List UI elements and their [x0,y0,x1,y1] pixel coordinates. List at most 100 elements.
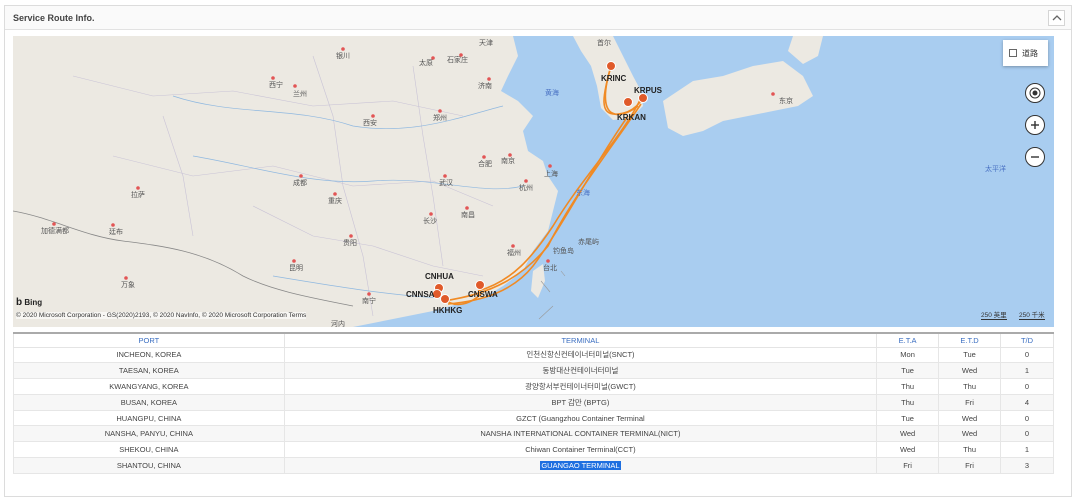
city-label: 南昌 [461,212,475,219]
zoom-out-button[interactable] [1025,147,1045,167]
eta-cell: Wed [876,425,940,443]
selected-text[interactable]: GUANGAO TERMINAL [540,460,621,470]
terminal-cell: 광양항서부컨테이너터미널(GWCT) [283,378,878,395]
plus-icon [1031,121,1039,129]
city-label: 郑州 [433,115,447,122]
td-cell: 1 [1000,441,1054,459]
terminal-cell: 동방대산컨테이너터미널 [283,362,878,380]
eta-cell: Fri [876,457,940,474]
table-row: BUSAN, KOREA BPT 감만 (BPTG) Thu Fri 4 [13,393,1054,411]
terminal-cell: GZCT (Guangzhou Container Terminal [283,409,878,427]
etd-cell: Fri [938,457,1001,474]
terminal-cell: 인천신항신컨테이너터미널(SNCT) [283,346,878,364]
city-label: 拉萨 [131,192,145,199]
route-map[interactable]: 天津 首尔 银川 太原 石家庄 济南 西宁 兰州 黄海 郑州 西安 东京 合肥 … [13,36,1054,327]
city-label: 台北 [543,265,557,272]
city-label: 东京 [779,98,793,105]
locate-icon [1029,87,1041,99]
table-header-row: PORT TERMINAL E.T.A E.T.D T/D [13,332,1054,348]
city-label: 廷布 [109,229,123,236]
city-label: 杭州 [519,185,533,192]
bing-b-icon: b [16,297,23,308]
td-cell: 0 [1000,409,1054,427]
eta-cell: Mon [876,346,940,364]
city-label: 天津 [479,40,493,47]
bing-label: Bing [24,298,43,307]
port-label[interactable]: HKHKG [433,306,462,315]
city-label: 西宁 [269,82,283,89]
column-header-td: T/D [1000,332,1054,348]
map-label: 赤尾屿 [578,239,599,246]
chevron-up-icon [1052,15,1062,21]
map-label: 钓鱼岛 [553,248,574,255]
collapse-button[interactable] [1048,10,1065,26]
terminal-cell: Chiwan Container Terminal(CCT) [283,441,878,459]
sea-label: 黄海 [545,90,559,97]
zoom-in-button[interactable] [1025,115,1045,135]
terminal-cell: GUANGAO TERMINAL [283,457,878,474]
sea-label: 太平洋 [985,166,1006,173]
city-label: 加德满都 [41,228,69,235]
table-row: TAESAN, KOREA 동방대산컨테이너터미널 Tue Wed 1 [13,362,1054,380]
city-label: 重庆 [328,198,342,205]
td-cell: 0 [1000,378,1054,395]
city-label: 首尔 [597,40,611,47]
etd-cell: Wed [938,362,1001,380]
column-header-port: PORT [13,332,285,348]
port-cell: HUANGPU, CHINA [13,409,285,427]
port-label[interactable]: CNHUA [425,272,454,281]
port-label[interactable]: CNNSA [406,290,434,299]
eta-cell: Thu [876,378,940,395]
city-label: 石家庄 [447,57,468,64]
locate-button[interactable] [1025,83,1045,103]
city-label: 上海 [544,171,558,178]
port-cell: SHANTOU, CHINA [13,457,285,474]
city-label: 万象 [121,282,135,289]
city-label: 兰州 [293,91,307,98]
port-label[interactable]: KRKAN [617,113,646,122]
terminal-cell: BPT 감만 (BPTG) [283,393,878,411]
etd-cell: Tue [938,346,1001,364]
column-header-etd: E.T.D [938,332,1001,348]
table-row: SHEKOU, CHINA Chiwan Container Terminal(… [13,441,1054,459]
table-row: KWANGYANG, KOREA 광양항서부컨테이너터미널(GWCT) Thu … [13,378,1054,395]
td-cell: 0 [1000,346,1054,364]
city-label: 长沙 [423,218,437,225]
map-canvas [13,36,823,327]
port-label[interactable]: CNSWA [468,290,498,299]
etd-cell: Fri [938,393,1001,411]
table-row: SHANTOU, CHINA GUANGAO TERMINAL Fri Fri … [13,457,1054,474]
sea-label: 东海 [576,190,590,197]
panel-header: Service Route Info. [5,6,1071,30]
city-label: 合肥 [478,161,492,168]
city-label: 昆明 [289,265,303,272]
port-cell: BUSAN, KOREA [13,393,285,411]
etd-cell: Wed [938,409,1001,427]
road-layer-checkbox[interactable] [1009,49,1017,57]
city-label: 银川 [336,53,350,60]
city-label: 南宁 [362,298,376,305]
terminal-cell: NANSHA INTERNATIONAL CONTAINER TERMINAL(… [283,425,878,443]
port-label[interactable]: KRINC [601,74,626,83]
column-header-terminal: TERMINAL [283,332,878,348]
eta-cell: Tue [876,362,940,380]
road-layer-toggle[interactable]: 道路 [1003,40,1048,66]
city-label: 西安 [363,120,377,127]
port-label[interactable]: KRPUS [634,86,662,95]
city-label: 南京 [501,158,515,165]
etd-cell: Thu [938,441,1001,459]
eta-cell: Thu [876,393,940,411]
map-copyright[interactable]: © 2020 Microsoft Corporation - GS(2020)2… [16,312,307,319]
road-layer-label: 道路 [1022,49,1038,58]
port-cell: SHEKOU, CHINA [13,441,285,459]
etd-cell: Thu [938,378,1001,395]
etd-cell: Wed [938,425,1001,443]
td-cell: 1 [1000,362,1054,380]
panel-title: Service Route Info. [13,13,95,23]
td-cell: 0 [1000,425,1054,443]
city-label: 河内 [331,321,345,327]
port-cell: NANSHA, PANYU, CHINA [13,425,285,443]
city-label: 济南 [478,83,492,90]
table-row: HUANGPU, CHINA GZCT (Guangzhou Container… [13,409,1054,427]
route-table: PORT TERMINAL E.T.A E.T.D T/D INCHEON, K… [13,332,1054,474]
